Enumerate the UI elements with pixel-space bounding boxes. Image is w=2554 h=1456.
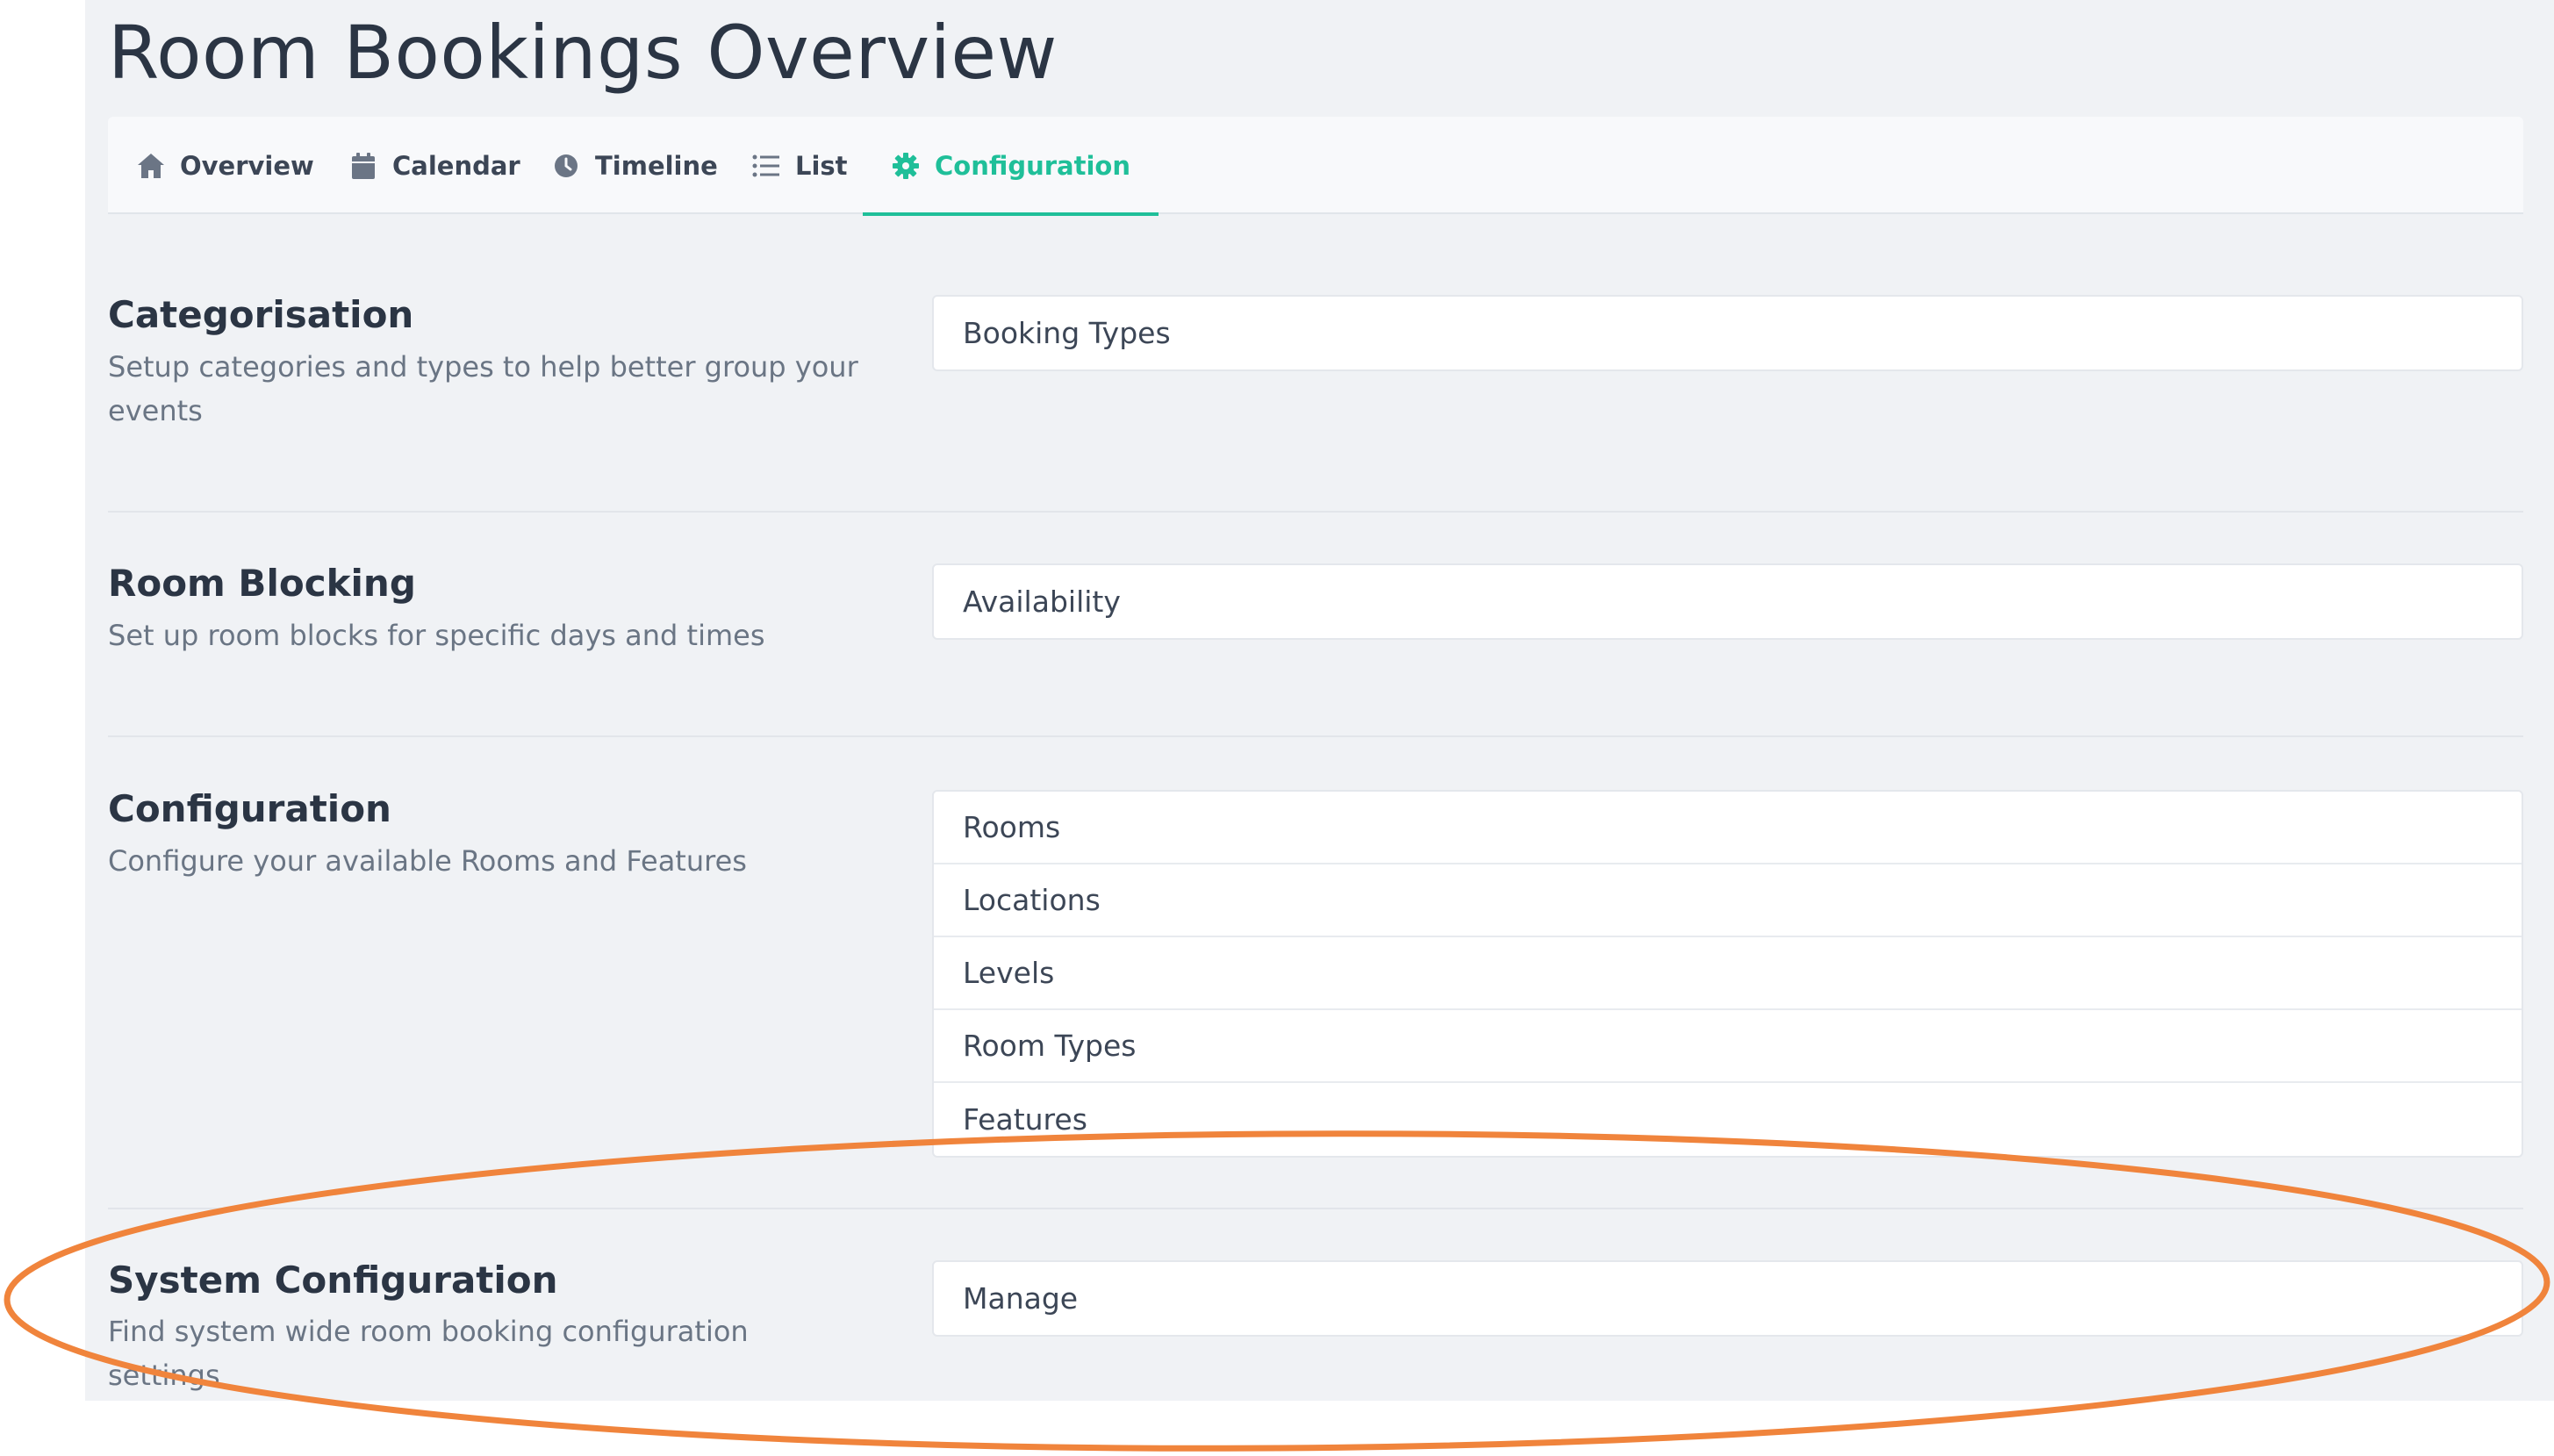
list-item-availability[interactable]: Availability (934, 565, 2522, 638)
configuration-list: Rooms Locations Levels Room Types Featur… (932, 790, 2523, 1158)
section-divider (108, 735, 2523, 737)
list-item-manage[interactable]: Manage (934, 1262, 2522, 1335)
tab-overview-label: Overview (180, 150, 314, 181)
list-item-booking-types[interactable]: Booking Types (934, 297, 2522, 369)
tab-configuration[interactable]: Configuration (863, 117, 1159, 216)
section-desc-system-configuration: Find system wide room booking configurat… (108, 1315, 749, 1392)
tab-calendar-label: Calendar (392, 150, 520, 181)
tab-list[interactable]: List (751, 117, 848, 214)
tab-timeline[interactable]: Timeline (551, 117, 718, 214)
section-desc-room-blocking: Set up room blocks for specific days and… (108, 619, 765, 652)
page-title: Room Bookings Overview (108, 10, 1058, 96)
list-item-locations[interactable]: Locations (934, 864, 2522, 937)
tab-configuration-label: Configuration (935, 150, 1130, 181)
list-item-features[interactable]: Features (934, 1083, 2522, 1156)
home-icon (136, 151, 166, 181)
tab-timeline-label: Timeline (595, 150, 718, 181)
section-title-system-configuration: System Configuration (108, 1259, 558, 1302)
list-item-levels[interactable]: Levels (934, 937, 2522, 1010)
list-icon (751, 151, 781, 181)
tab-bar: Overview Calendar Timeline List Configur… (108, 117, 2523, 216)
categorisation-list: Booking Types (932, 295, 2523, 371)
section-title-configuration: Configuration (108, 787, 391, 830)
section-divider (108, 1208, 2523, 1209)
section-title-categorisation: Categorisation (108, 293, 414, 336)
system-configuration-list: Manage (932, 1260, 2523, 1337)
tab-list-label: List (795, 150, 848, 181)
section-desc-categorisation: Setup categories and types to help bette… (108, 350, 858, 427)
list-item-rooms[interactable]: Rooms (934, 792, 2522, 864)
section-desc-configuration: Configure your available Rooms and Featu… (108, 844, 747, 878)
clock-icon (551, 151, 581, 181)
section-title-room-blocking: Room Blocking (108, 562, 416, 605)
tab-overview[interactable]: Overview (136, 117, 314, 214)
section-divider (108, 511, 2523, 513)
calendar-icon (348, 151, 378, 181)
list-item-room-types[interactable]: Room Types (934, 1010, 2522, 1083)
tab-calendar[interactable]: Calendar (348, 117, 520, 214)
gear-icon (891, 151, 921, 181)
room-blocking-list: Availability (932, 563, 2523, 640)
